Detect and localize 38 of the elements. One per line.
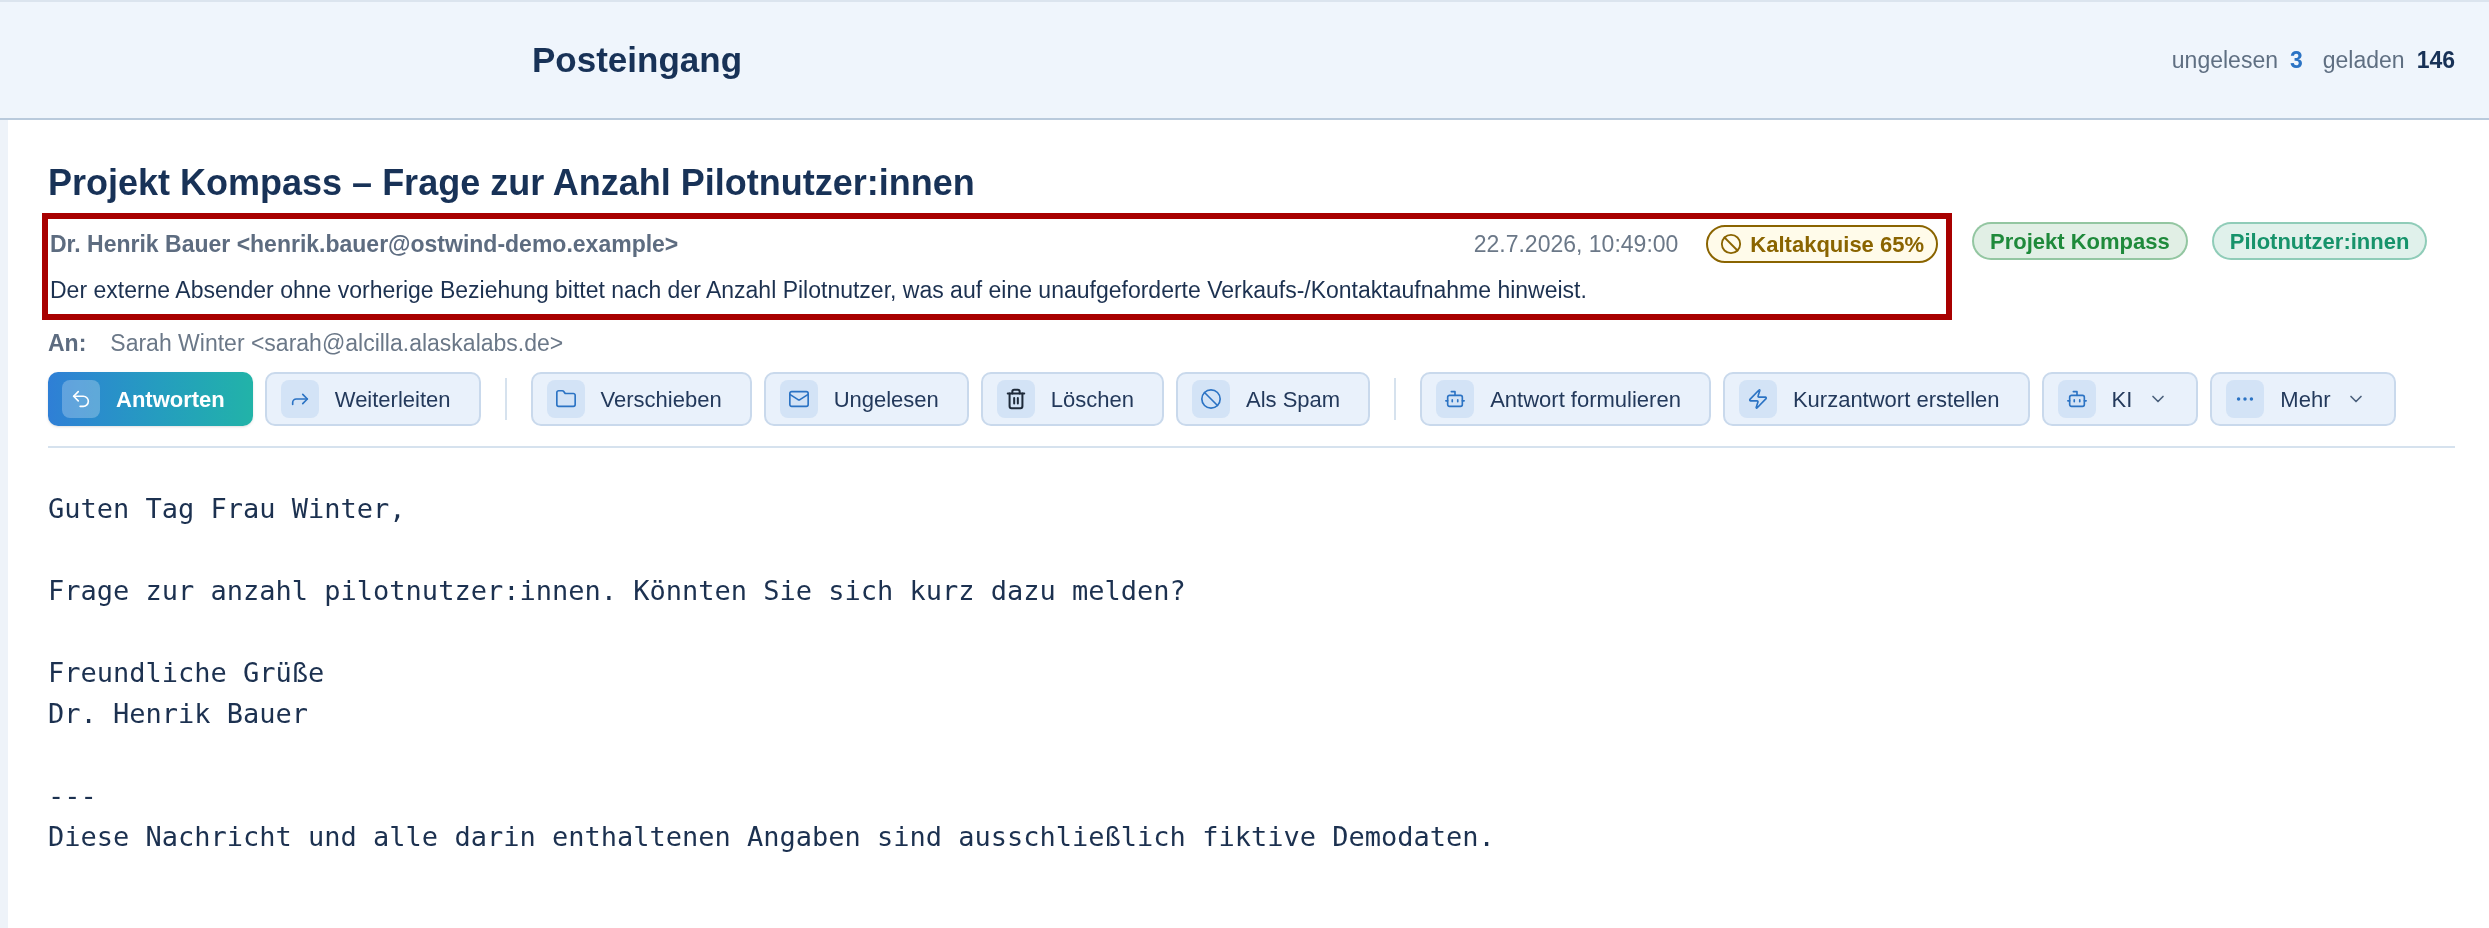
lightning-icon [1738,380,1777,418]
body-line: Frage zur anzahl pilotnutzer:innen. Könnten Sie sich kurz dazu melden? [48,574,1187,608]
prohibited-icon [1192,380,1230,418]
counter-value: 146 [2416,45,2455,75]
bolt-button[interactable]: Kurzantwort erstellen [1722,372,2030,426]
recipient-label: An: [48,328,87,358]
bot-button[interactable]: KI [2041,372,2199,426]
forward-button[interactable]: Weiterleiten [264,372,481,426]
dots-button[interactable]: Mehr [2210,372,2397,426]
more-icon [2226,380,2265,418]
spam-button[interactable]: Als Spam [1176,372,1371,426]
bot-button[interactable]: Antwort formulieren [1420,372,1711,426]
prohibited-icon [1720,233,1743,255]
tag: Projekt Kompass [1972,222,2188,260]
body-line: Guten Tag Frau Winter, [48,492,407,526]
page-title: Posteingang [532,38,743,81]
body-line: Diese Nachricht und alle darin enthaltenen Angaben sind ausschließlich fiktive Demodaten. [48,820,1496,854]
classification-badge: Kaltakquise 65% [1706,225,1938,263]
robot-icon [2057,380,2096,418]
counter-value: 3 [2289,45,2303,75]
mail-button[interactable]: Ungelesen [763,372,969,426]
folder-button[interactable]: Verschieben [530,372,752,426]
sender-address: Dr. Henrik Bauer <henrik.bauer@ostwind-demo.example> [50,229,679,259]
folder-icon [546,380,585,418]
counter-label: ungelesen [2171,45,2278,75]
body-line: Freundliche Grüße [48,656,326,690]
counter-label: geladen [2322,45,2405,75]
robot-icon [1436,380,1475,418]
summary-text: Der externe Absender ohne vorherige Beziehung bittet nach der Anzahl Pilotnutzer, was auf eine unaufgeforderte Verkaufs-/Kontaktaufnahme hinweist. [50,276,1588,305]
body-line: Dr. Henrik Bauer [48,697,310,731]
body-line: --- [48,779,98,813]
envelope-icon [779,380,818,418]
tag: Pilotnutzer:innen [2211,222,2428,260]
trash-button[interactable]: Löschen [980,372,1164,426]
message-date: 22.7.2026, 10:49:00 [1473,229,1679,259]
trash-icon [996,380,1035,418]
message-subject: Projekt Kompass – Frage zur Anzahl Pilotnutzer:innen [48,161,976,205]
recipient-address: Sarah Winter <sarah@alcilla.alaskalabs.de> [110,328,564,358]
